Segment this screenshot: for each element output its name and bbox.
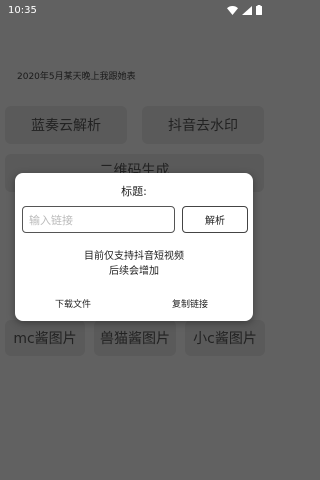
parse-dialog: 标题: 输入链接 解析 目前仅支持抖音短视频 后续会增加 下载文件 复制链接 [15, 173, 253, 321]
dialog-message-line1: 目前仅支持抖音短视频 [84, 251, 184, 262]
copy-link-button[interactable]: 复制链接 [172, 297, 208, 310]
download-file-button[interactable]: 下载文件 [55, 297, 91, 310]
parse-button[interactable]: 解析 [182, 206, 248, 233]
dialog-message: 目前仅支持抖音短视频 后续会增加 [15, 249, 253, 279]
link-input[interactable]: 输入链接 [22, 206, 175, 233]
dialog-message-line2: 后续会增加 [109, 266, 159, 277]
dialog-title: 标题: [121, 185, 147, 198]
